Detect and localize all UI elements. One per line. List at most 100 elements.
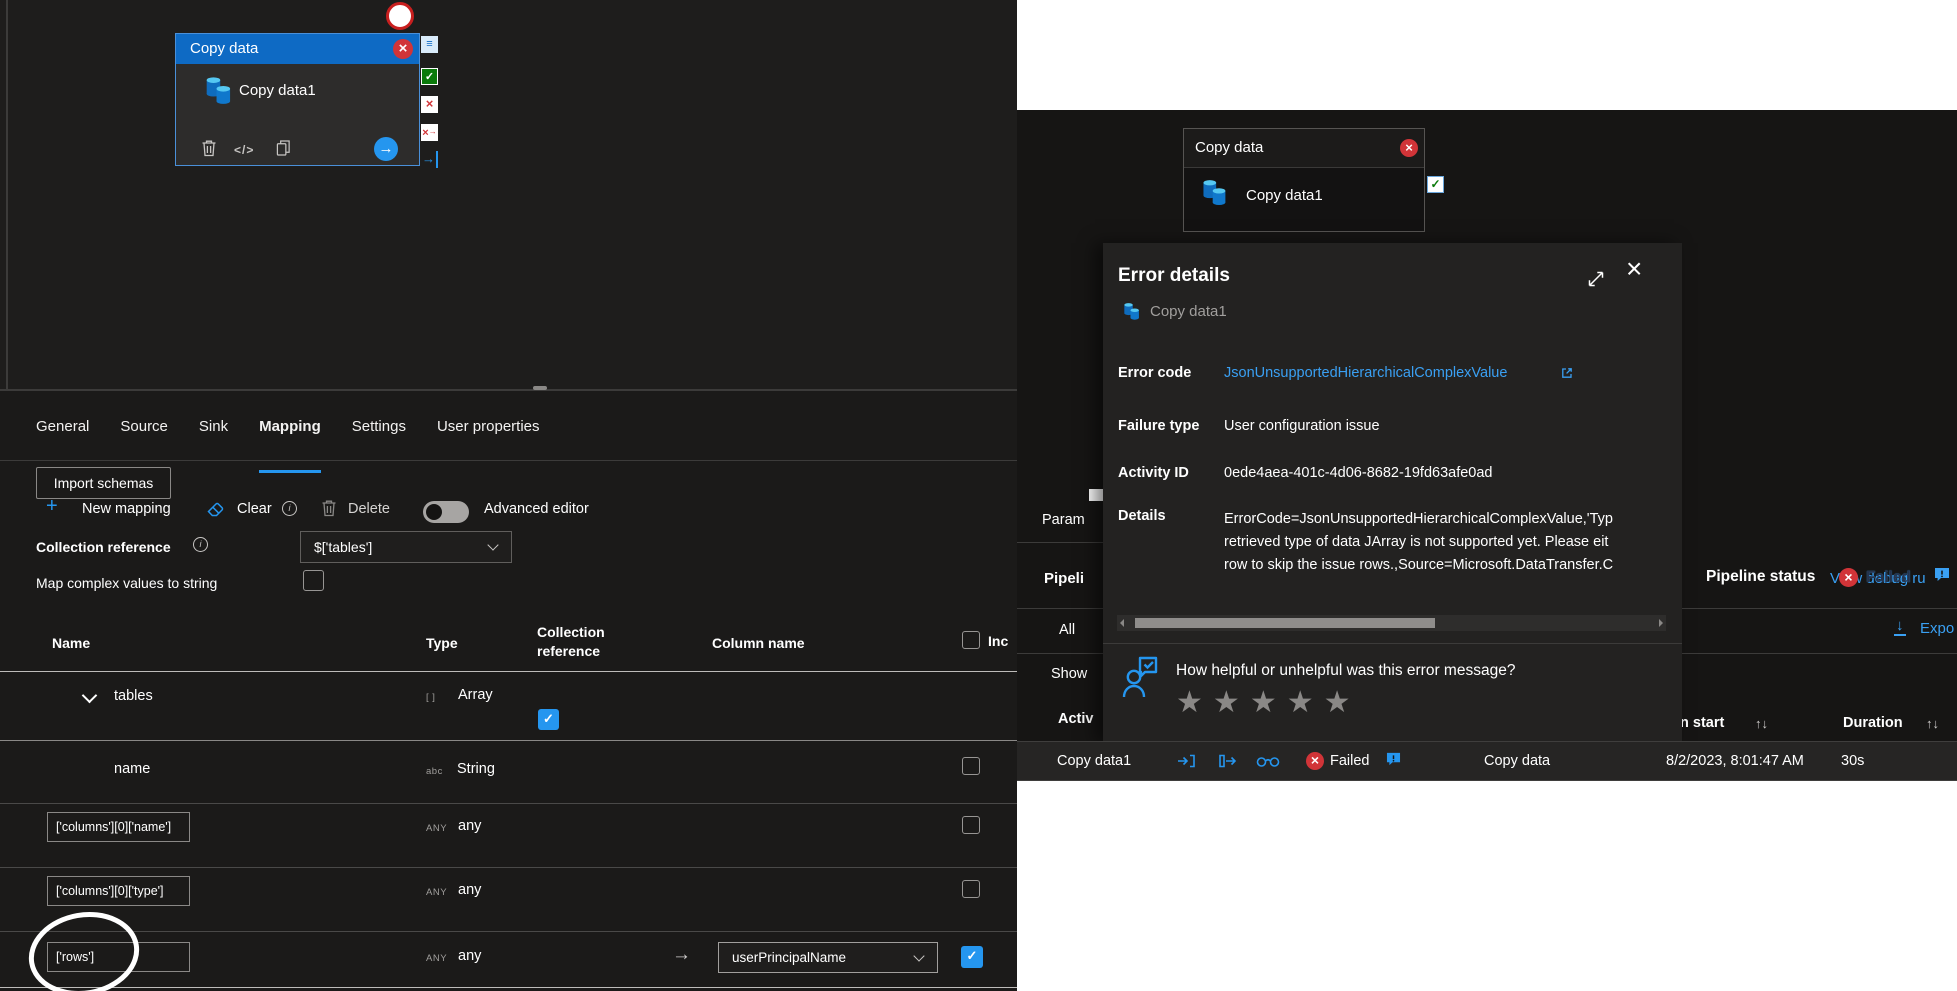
copy-data-activity-node[interactable]: Copy data × Copy data1 </> → xyxy=(175,33,420,166)
output-icon[interactable] xyxy=(1218,753,1237,769)
advanced-editor-toggle[interactable] xyxy=(423,501,469,523)
divider xyxy=(1103,643,1682,644)
column-header-type: Type xyxy=(426,635,458,651)
include-checkbox[interactable]: ✓ xyxy=(961,946,983,968)
map-complex-checkbox[interactable] xyxy=(303,570,324,591)
collection-reference-label: Collection reference xyxy=(36,539,171,555)
star-icon[interactable]: ★ xyxy=(1250,686,1287,719)
source-path-input[interactable] xyxy=(47,812,190,842)
clone-activity-icon[interactable] xyxy=(276,139,291,157)
activity-name: Copy data1 xyxy=(239,82,316,99)
monitoring-dark-region: Copy data × Copy data1 ✓ Param Pipeli Al… xyxy=(1017,110,1957,781)
column-name-dropdown[interactable]: userPrincipalName xyxy=(718,942,938,973)
clear-button[interactable]: Clear xyxy=(237,501,272,517)
export-link-clipped[interactable]: Expo xyxy=(1920,620,1954,637)
error-code-link[interactable]: JsonUnsupportedHierarchicalComplexValue xyxy=(1224,365,1507,381)
plus-icon: + xyxy=(46,495,58,517)
delete-activity-icon[interactable] xyxy=(201,139,217,157)
row-type: any xyxy=(458,882,482,898)
duration-column-header[interactable]: Duration xyxy=(1843,715,1903,731)
star-rating[interactable]: ★★★★★ xyxy=(1176,685,1361,720)
input-icon[interactable] xyxy=(1177,753,1196,769)
row-type: Array xyxy=(458,687,493,703)
run-start-column-header[interactable]: n start xyxy=(1680,715,1724,731)
details-glasses-icon[interactable] xyxy=(1256,755,1280,768)
divider xyxy=(1682,608,1957,609)
sort-icon[interactable]: ↑↓ xyxy=(1926,716,1939,731)
star-icon[interactable]: ★ xyxy=(1287,686,1324,719)
authoring-panel: Copy data × Copy data1 </> → ≡ ✓ × ×→ → xyxy=(0,0,1017,991)
divider xyxy=(0,987,1017,988)
panel-activity-name: Copy data1 xyxy=(1150,303,1227,320)
collection-reference-dropdown[interactable]: $['tables'] xyxy=(300,531,512,563)
collection-reference-checkbox[interactable]: ✓ xyxy=(538,709,559,730)
close-icon[interactable]: × xyxy=(1626,255,1642,283)
copy-activity-icon xyxy=(203,74,235,106)
error-badge-icon: × xyxy=(393,39,413,59)
add-next-activity-button[interactable]: → xyxy=(374,137,398,161)
monitoring-area: Copy data × Copy data1 ✓ Param Pipeli Al… xyxy=(1017,0,1957,991)
failure-type-label: Failure type xyxy=(1118,418,1200,434)
column-header-column-name: Column name xyxy=(712,635,805,651)
star-icon[interactable]: ★ xyxy=(1213,686,1250,719)
horizontal-scrollbar[interactable] xyxy=(1117,615,1666,631)
include-checkbox[interactable] xyxy=(962,757,980,775)
tab-mapping[interactable]: Mapping xyxy=(259,418,321,473)
column-header-name: Name xyxy=(52,635,91,651)
tab-sink[interactable]: Sink xyxy=(199,418,228,460)
sort-icon[interactable]: ↑↓ xyxy=(1755,716,1768,731)
trash-icon xyxy=(321,499,337,517)
comment-icon[interactable] xyxy=(1934,567,1950,582)
error-comment-icon[interactable] xyxy=(1386,752,1401,766)
activity-node-header: Copy data × xyxy=(176,34,419,64)
copy-data-activity-node[interactable]: Copy data × Copy data1 xyxy=(1183,128,1425,232)
completion-port-icon: → xyxy=(421,151,438,168)
collapse-row-icon[interactable] xyxy=(81,687,98,704)
tab-all-clipped[interactable]: All xyxy=(1059,622,1075,638)
scroll-right-icon[interactable] xyxy=(1659,619,1663,627)
scroll-left-icon[interactable] xyxy=(1120,619,1124,627)
run-activity-name[interactable]: Copy data1 xyxy=(1057,742,1131,780)
code-icon[interactable]: </> xyxy=(234,143,254,157)
error-badge-icon: × xyxy=(1400,139,1418,157)
scrollbar-thumb[interactable] xyxy=(1135,618,1435,628)
star-icon[interactable]: ★ xyxy=(1176,686,1213,719)
tab-user-properties[interactable]: User properties xyxy=(437,418,540,460)
expand-icon[interactable] xyxy=(1586,269,1606,289)
advanced-editor-label: Advanced editor xyxy=(484,501,589,517)
new-mapping-button[interactable]: New mapping xyxy=(82,501,171,517)
resize-grip[interactable] xyxy=(533,386,547,390)
row-type: String xyxy=(457,761,495,777)
info-icon: i xyxy=(193,537,208,552)
external-link-icon[interactable] xyxy=(1560,366,1574,380)
tab-settings[interactable]: Settings xyxy=(352,418,406,460)
panel-title: Error details xyxy=(1118,265,1230,286)
details-text: ErrorCode=JsonUnsupportedHierarchicalCom… xyxy=(1224,511,1614,573)
delete-button[interactable]: Delete xyxy=(348,501,390,517)
toggle-knob xyxy=(426,504,442,520)
type-glyph: ANY xyxy=(426,823,448,834)
tab-source[interactable]: Source xyxy=(120,418,168,460)
column-header-include: Inc xyxy=(988,633,1009,649)
include-checkbox[interactable] xyxy=(962,880,980,898)
failed-status-overlay: Failed xyxy=(1866,569,1911,586)
type-glyph: [ ] xyxy=(426,692,436,703)
activity-node-header: Copy data × xyxy=(1184,129,1424,168)
divider xyxy=(1682,653,1957,654)
download-icon: ↓ xyxy=(1894,617,1906,636)
node-title: Copy data xyxy=(1195,139,1264,156)
clipped-white-element xyxy=(1089,489,1103,501)
divider xyxy=(0,671,1017,672)
pipeline-canvas[interactable]: Copy data × Copy data1 </> → ≡ ✓ × ×→ → xyxy=(0,0,1017,390)
select-all-checkbox[interactable] xyxy=(962,631,980,649)
activity-run-row[interactable]: Copy data1 × Failed Copy data 8/2/2023, … xyxy=(1017,741,1957,781)
copy-activity-icon xyxy=(1200,177,1230,207)
source-path-input[interactable] xyxy=(47,876,190,906)
star-icon[interactable]: ★ xyxy=(1324,686,1361,719)
row-name: name xyxy=(114,761,151,777)
tab-general[interactable]: General xyxy=(36,418,89,460)
activity-properties-panel: General Source Sink Mapping Settings Use… xyxy=(0,391,1017,991)
include-checkbox[interactable] xyxy=(962,816,980,834)
type-glyph: ANY xyxy=(426,953,448,964)
properties-tab-bar: General Source Sink Mapping Settings Use… xyxy=(0,391,1017,473)
